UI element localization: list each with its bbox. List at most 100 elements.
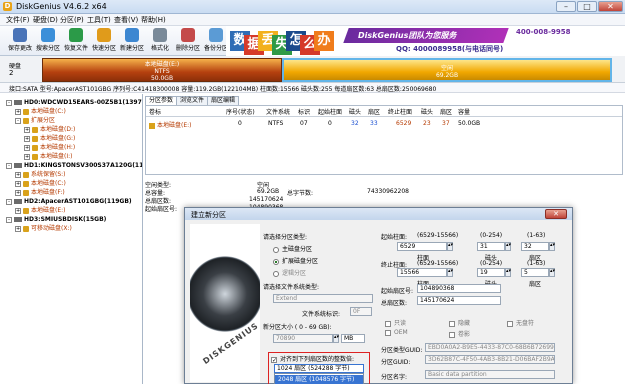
- start-head-spinner[interactable]: ▴▾: [505, 242, 511, 251]
- expand-toggle-icon[interactable]: +: [15, 180, 21, 187]
- promo-banner[interactable]: 数 据 丢 失 怎 么 办 DiskGenius团队为您服务 400-008-9…: [226, 26, 625, 56]
- tree-partition-item[interactable]: + 可移动磁盘(X:): [0, 224, 72, 233]
- search-partition-button[interactable]: 搜索分区: [36, 28, 60, 54]
- oem-checkbox[interactable]: OEM: [385, 329, 408, 336]
- menu-help[interactable]: 帮助(H): [141, 15, 166, 25]
- hidden-checkbox[interactable]: 隐藏: [449, 318, 470, 327]
- expand-toggle-icon[interactable]: -: [6, 216, 12, 223]
- radio-extended[interactable]: 扩展磁盘分区: [273, 256, 318, 265]
- menu-disk[interactable]: 硬盘(D): [33, 15, 58, 25]
- start-sector-field[interactable]: 104890368: [417, 284, 501, 293]
- banner-qq: QQ: 4000089958(与电话同号): [396, 45, 504, 53]
- fs-id-select[interactable]: 0F: [350, 307, 372, 316]
- readonly-checkbox[interactable]: 只读: [385, 318, 406, 327]
- start-sector-input[interactable]: 32: [521, 242, 549, 251]
- tree-partition-item[interactable]: + 本地磁盘(G:): [0, 134, 75, 143]
- tree-partition-item[interactable]: + 本地磁盘(I:): [0, 152, 72, 161]
- align-select[interactable]: 1024 扇区 (524288 字节): [274, 364, 364, 373]
- checkbox-label: 无盘符: [516, 320, 535, 327]
- menu-view[interactable]: 查看(V): [114, 15, 138, 25]
- total-sectors-field[interactable]: 145170624: [417, 296, 501, 305]
- partition-guid-field[interactable]: 3D62B87C-4F50-4AB3-8B21-D06BAF2B9AA0: [425, 355, 555, 364]
- hard-disk-icon: [14, 217, 22, 222]
- size-spinner[interactable]: ▴▾: [333, 334, 339, 343]
- tree-partition-item[interactable]: + 系统保留(S:): [0, 170, 66, 179]
- tree-disk-item[interactable]: - HD3:SMIUSBDISK(15GB): [0, 215, 106, 224]
- expand-toggle-icon[interactable]: +: [15, 171, 21, 178]
- partition-icon: [23, 108, 29, 115]
- table-row[interactable]: 本地磁盘(E:): [149, 120, 192, 129]
- tree-disk-item[interactable]: - HD0:WDCWD15EARS-00Z5B1(1397GB): [0, 98, 142, 107]
- end-cylinder-spinner[interactable]: ▴▾: [447, 268, 453, 277]
- expand-toggle-icon[interactable]: -: [6, 198, 12, 205]
- align-checkbox[interactable]: ✓ 对齐到下列扇区数的整数倍:: [271, 354, 354, 363]
- maximize-button[interactable]: □: [577, 1, 597, 12]
- expand-toggle-icon[interactable]: +: [15, 207, 21, 214]
- end-cylinder-input[interactable]: 15566: [397, 268, 447, 277]
- radio-primary[interactable]: 主磁盘分区: [273, 244, 312, 253]
- end-head-input[interactable]: 19: [477, 268, 505, 277]
- end-sector-input[interactable]: 5: [521, 268, 549, 277]
- radio-label: 逻辑分区: [282, 270, 307, 277]
- delete-partition-icon: [181, 28, 195, 42]
- tree-partition-item[interactable]: + 本地磁盘(C:): [0, 107, 66, 116]
- end-head-spinner[interactable]: ▴▾: [505, 268, 511, 277]
- fs-type-select[interactable]: Extend: [273, 294, 373, 303]
- expand-toggle-icon[interactable]: -: [6, 162, 12, 169]
- menu-file[interactable]: 文件(F): [6, 15, 30, 25]
- tree-partition-item[interactable]: + 本地磁盘(D:): [0, 125, 75, 134]
- expand-toggle-icon[interactable]: +: [24, 126, 30, 133]
- start-head-input[interactable]: 31: [477, 242, 505, 251]
- type-guid-field[interactable]: EBD0A0A2-B9E5-4433-87C0-68B6B72699C7: [425, 343, 555, 352]
- tab-sector-edit[interactable]: 扇区编辑: [207, 96, 240, 105]
- partition-fs: NTFS: [154, 68, 170, 75]
- tree-disk-item[interactable]: - HD2:ApacerAST101GBG(119GB): [0, 197, 132, 206]
- align-option[interactable]: 2048 扇区 (1048576 字节): [275, 375, 363, 384]
- column-header: 扇区: [440, 109, 453, 116]
- size-input[interactable]: 70890: [273, 334, 333, 343]
- tree-partition-item[interactable]: + 本地磁盘(F:): [0, 188, 65, 197]
- radio-logical[interactable]: 逻辑分区: [273, 268, 306, 277]
- dialog-close-button[interactable]: ✕: [545, 209, 567, 219]
- expand-toggle-icon[interactable]: +: [15, 108, 21, 115]
- free-space-details: 空闲类型: 总容量: 总扇区数: 起始扇区号: 空闲 69.2GB 145170…: [145, 180, 623, 213]
- minimize-button[interactable]: –: [556, 1, 576, 12]
- tree-disk-item[interactable]: - HD1:KINGSTONSV300S37A120G(112GB): [0, 161, 142, 170]
- recover-files-button[interactable]: 恢复文件: [64, 28, 88, 54]
- start-cylinder-input[interactable]: 6529: [397, 242, 447, 251]
- total-sectors-label: 总扇区数:: [381, 300, 408, 307]
- expand-toggle-icon[interactable]: +: [24, 135, 30, 142]
- menu-tools[interactable]: 工具(T): [87, 15, 111, 25]
- menu-partition[interactable]: 分区(P): [60, 15, 84, 25]
- expand-toggle-icon[interactable]: +: [15, 189, 21, 196]
- tree-partition-item[interactable]: - 扩展分区: [0, 116, 55, 125]
- backup-partition-button[interactable]: 备份分区: [204, 28, 228, 54]
- new-partition-dialog: 建立新分区 ✕ DISKGENIUS 请选择分区类型: 主磁盘分区 扩展磁盘分区…: [184, 207, 573, 384]
- end-sector-spinner[interactable]: ▴▾: [549, 268, 555, 277]
- expand-toggle-icon[interactable]: -: [6, 99, 12, 106]
- expand-toggle-icon[interactable]: +: [24, 144, 30, 151]
- tab-browse-files[interactable]: 浏览文件: [176, 96, 209, 105]
- row-end-head: 23: [423, 120, 431, 127]
- start-sector-spinner[interactable]: ▴▾: [549, 242, 555, 251]
- disk-map-partition-e[interactable]: 本地磁盘(E:) NTFS 50.0GB: [42, 58, 282, 82]
- close-button[interactable]: ✕: [598, 1, 623, 12]
- quick-partition-button[interactable]: 快速分区: [92, 28, 116, 54]
- tree-partition-item[interactable]: + 本地磁盘(C:): [0, 179, 66, 188]
- partition-name-field[interactable]: Basic data partition: [425, 370, 555, 379]
- save-changes-button[interactable]: 保存更改: [8, 28, 32, 54]
- start-cylinder-spinner[interactable]: ▴▾: [447, 242, 453, 251]
- expand-toggle-icon[interactable]: +: [24, 153, 30, 160]
- no-letter-checkbox[interactable]: 无盘符: [507, 318, 534, 327]
- disk-map-free-space[interactable]: 空闲 69.2GB: [282, 58, 612, 82]
- format-button[interactable]: 格式化: [148, 28, 172, 54]
- size-unit-select[interactable]: MB: [341, 334, 365, 343]
- tree-partition-item[interactable]: + 本地磁盘(E:): [0, 206, 66, 215]
- expand-toggle-icon[interactable]: +: [15, 225, 21, 232]
- new-partition-button[interactable]: 新建分区: [120, 28, 144, 54]
- delete-partition-button[interactable]: 删除分区: [176, 28, 200, 54]
- tree-partition-item[interactable]: + 本地磁盘(H:): [0, 143, 75, 152]
- shadow-copy-checkbox[interactable]: 卷影: [449, 329, 470, 338]
- tab-partition-params[interactable]: 分区参数: [145, 96, 178, 105]
- expand-toggle-icon[interactable]: -: [15, 117, 21, 124]
